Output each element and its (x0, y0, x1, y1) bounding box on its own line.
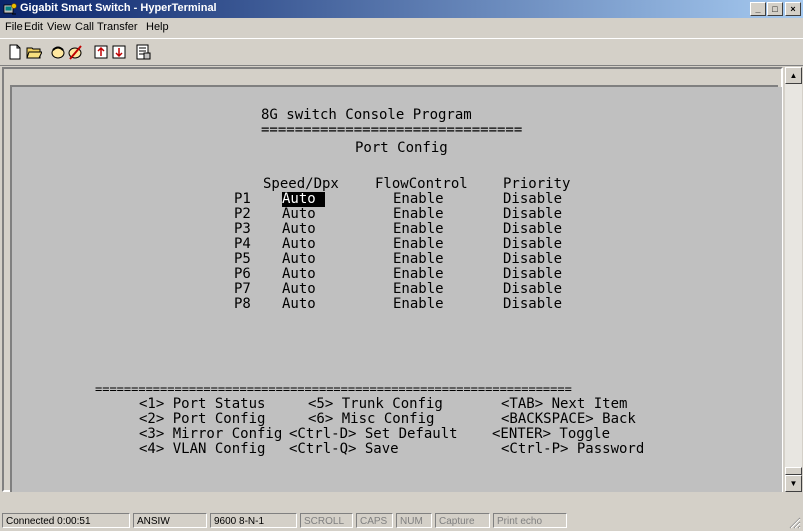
speed-field[interactable]: Auto (282, 252, 316, 267)
minimize-icon: _ (755, 4, 761, 14)
flow-control-field[interactable]: Enable (393, 297, 444, 312)
scroll-indicator: SCROLL (300, 513, 353, 528)
flow-control-field[interactable]: Enable (393, 192, 444, 207)
speed-field[interactable]: Auto (282, 267, 316, 282)
port-label: P3 (234, 221, 251, 237)
priority-field[interactable]: Disable (503, 252, 562, 267)
menu-option[interactable]: <3> Mirror Config (139, 427, 282, 442)
minimize-button[interactable]: _ (750, 2, 766, 16)
terminal-frame: 8G switch Console Program ==============… (2, 67, 783, 492)
emulation-type: ANSIW (133, 513, 207, 528)
key-hint: <TAB> Next Item (501, 396, 628, 412)
speed-field[interactable]: Auto (282, 297, 316, 312)
menu-option[interactable]: <1> Port Status (139, 397, 265, 412)
num-indicator: NUM (396, 513, 432, 528)
caps-indicator: CAPS (356, 513, 393, 528)
arrow-up-icon: ▲ (789, 71, 798, 80)
terminal-screen[interactable]: 8G switch Console Program ==============… (10, 85, 782, 492)
status-bar: Connected 0:00:51 ANSIW 9600 8-N-1 SCROL… (0, 510, 803, 531)
priority-field[interactable]: Disable (503, 282, 562, 297)
port-label: P7 (234, 281, 251, 297)
properties-icon[interactable] (135, 44, 151, 60)
maximize-button[interactable]: □ (767, 2, 783, 16)
port-label: P4 (234, 236, 251, 252)
flow-control-field[interactable]: Enable (393, 222, 444, 237)
print-echo-indicator: Print echo (493, 513, 567, 528)
priority-field[interactable]: Disable (503, 192, 562, 207)
menu-file[interactable]: File (5, 21, 23, 33)
footer-rule: ========================================… (95, 382, 572, 396)
flow-control-field[interactable]: Enable (393, 282, 444, 297)
flow-control-field[interactable]: Enable (393, 207, 444, 222)
hyperterminal-icon (3, 3, 17, 15)
menu-option[interactable]: <4> VLAN Config (139, 442, 265, 457)
menu-option[interactable]: <2> Port Config (139, 412, 265, 427)
column-speed-dpx: Speed/Dpx (263, 176, 339, 192)
new-icon[interactable] (7, 44, 23, 60)
speed-field[interactable]: Auto (282, 237, 316, 252)
close-icon: × (790, 4, 796, 14)
connection-time: Connected 0:00:51 (2, 513, 130, 528)
open-icon[interactable] (26, 44, 42, 60)
port-label: P1 (234, 191, 251, 207)
speed-field-selected[interactable]: Auto (282, 192, 325, 207)
maximize-icon: □ (772, 4, 778, 14)
console-heading: 8G switch Console Program (261, 107, 472, 123)
flow-control-field[interactable]: Enable (393, 237, 444, 252)
scroll-up-button[interactable]: ▲ (785, 67, 802, 84)
capture-indicator: Capture (435, 513, 490, 528)
scroll-thumb[interactable] (785, 467, 802, 475)
menu-view[interactable]: View (47, 21, 71, 33)
window-title: Gigabit Smart Switch - HyperTerminal (20, 2, 217, 14)
port-settings: 9600 8-N-1 (210, 513, 297, 528)
heading-rule: =============================== (261, 122, 523, 138)
send-icon[interactable] (93, 44, 109, 60)
port-label: P2 (234, 206, 251, 222)
menu-option[interactable]: <Ctrl-Q> Save (289, 442, 399, 457)
port-label: P5 (234, 251, 251, 267)
priority-field[interactable]: Disable (503, 267, 562, 282)
key-hint: <ENTER> Toggle (492, 426, 611, 442)
resize-grip-icon[interactable] (789, 517, 801, 529)
menu-edit[interactable]: Edit (24, 21, 43, 33)
title-bar: Gigabit Smart Switch - HyperTerminal _ □… (0, 0, 803, 18)
column-priority: Priority (503, 176, 571, 192)
speed-field[interactable]: Auto (282, 222, 316, 237)
priority-field[interactable]: Disable (503, 207, 562, 222)
menu-bar: File Edit View Call Transfer Help (0, 18, 803, 37)
key-hint: <Ctrl-P> Password (501, 441, 645, 457)
priority-field[interactable]: Disable (503, 237, 562, 252)
menu-help[interactable]: Help (146, 21, 169, 33)
page-title: Port Config (355, 140, 448, 156)
key-hint: <BACKSPACE> Back (501, 411, 636, 427)
menu-option[interactable]: <Ctrl-D> Set Default (289, 427, 458, 442)
speed-field[interactable]: Auto (282, 207, 316, 222)
flow-control-field[interactable]: Enable (393, 252, 444, 267)
menu-call[interactable]: Call (75, 21, 94, 33)
toolbar (0, 38, 803, 66)
priority-field[interactable]: Disable (503, 297, 562, 312)
arrow-down-icon: ▼ (789, 479, 798, 488)
vertical-scrollbar[interactable]: ▲ ▼ (785, 67, 802, 492)
menu-transfer[interactable]: Transfer (97, 21, 138, 33)
menu-option[interactable]: <6> Misc Config (308, 412, 434, 427)
scroll-down-button[interactable]: ▼ (785, 475, 802, 492)
menu-option[interactable]: <5> Trunk Config (308, 397, 443, 412)
port-label: P8 (234, 296, 251, 312)
disconnect-icon[interactable] (67, 44, 83, 60)
console-output: 8G switch Console Program ==============… (12, 87, 782, 492)
flow-control-field[interactable]: Enable (393, 267, 444, 282)
priority-field[interactable]: Disable (503, 222, 562, 237)
receive-icon[interactable] (111, 44, 127, 60)
port-label: P6 (234, 266, 251, 282)
column-flow-control: FlowControl (375, 176, 468, 192)
close-button[interactable]: × (785, 2, 801, 16)
call-icon[interactable] (50, 44, 66, 60)
speed-field[interactable]: Auto (282, 282, 316, 297)
